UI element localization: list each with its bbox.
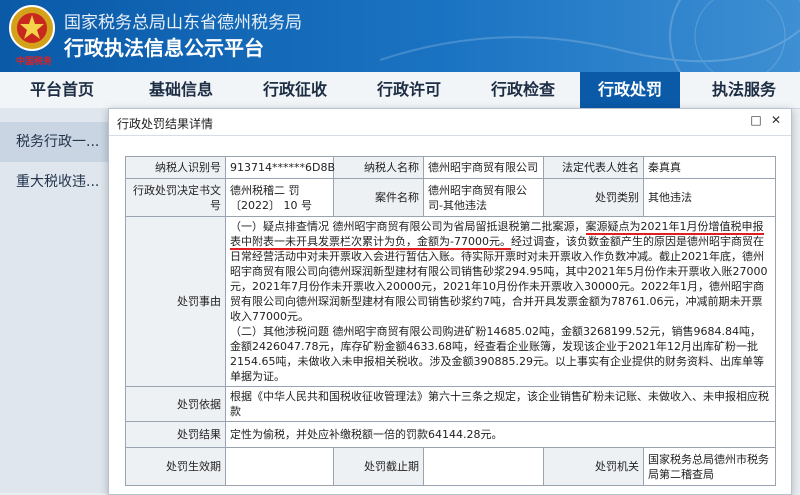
nav-service[interactable]: 执法服务 <box>688 72 800 108</box>
deadline-label: 处罚截止期 <box>333 447 424 486</box>
basis-value: 根据《中华人民共和国税收征收管理法》第六十三条之规定，该企业销售矿粉未记账、未做… <box>225 386 776 422</box>
maximize-icon[interactable]: □ <box>749 113 763 127</box>
table-row: 纳税人识别号 913714******6D8B 纳税人名称 德州昭宇商贸有限公司… <box>125 156 776 179</box>
site-header: 中国税务 国家税务总局山东省德州税务局 行政执法信息公示平台 <box>0 0 800 72</box>
case-name-value: 德州昭宇商贸有限公司-其他违法 <box>423 178 544 217</box>
penalty-detail-dialog: 行政处罚结果详情 □ ✕ 纳税人识别号 913714******6D8B 纳税人… <box>108 108 792 495</box>
result-label: 处罚结果 <box>125 421 226 448</box>
reason-part2: 经过调查，该负数金额产生的原因是德州昭宇商贸在日常经营活动中对未开票收入会进行暂… <box>230 235 768 323</box>
nav-permit[interactable]: 行政许可 <box>352 72 466 108</box>
header-decoration <box>380 0 800 72</box>
taxpayer-name-label: 纳税人名称 <box>333 156 424 179</box>
decision-no-label: 行政处罚决定书文号 <box>125 178 226 217</box>
tax-emblem-icon <box>9 5 55 51</box>
reason-value: （一）疑点排查情况 德州昭宇商贸有限公司为省局留抵退税第二批案源，案源疑点为20… <box>225 216 776 387</box>
table-row: 处罚依据 根据《中华人民共和国税收征收管理法》第六十三条之规定，该企业销售矿粉未… <box>125 386 776 422</box>
sidebar-item-major-violation[interactable]: 重大税收违... <box>0 162 112 202</box>
reason-label: 处罚事由 <box>125 216 226 387</box>
table-row: 处罚事由 （一）疑点排查情况 德州昭宇商贸有限公司为省局留抵退税第二批案源，案源… <box>125 216 776 387</box>
effective-date-value <box>225 447 334 486</box>
nav-collection[interactable]: 行政征收 <box>238 72 352 108</box>
sidebar: 税务行政一... 重大税收违... <box>0 108 112 493</box>
taxpayer-id-label: 纳税人识别号 <box>125 156 226 179</box>
table-row: 行政处罚决定书文号 德州税稽二 罚 〔2022〕 10 号 案件名称 德州昭宇商… <box>125 178 776 217</box>
table-row: 处罚结果 定性为偷税，并处应补缴税额一倍的罚款64144.28元。 <box>125 421 776 448</box>
close-icon[interactable]: ✕ <box>769 113 783 127</box>
platform-title: 行政执法信息公示平台 <box>64 36 264 60</box>
taxpayer-id-value: 913714******6D8B <box>225 156 335 179</box>
main-nav: 平台首页 基础信息 行政征收 行政许可 行政检查 行政处罚 执法服务 <box>0 72 800 109</box>
result-value: 定性为偷税，并处应补缴税额一倍的罚款64144.28元。 <box>225 421 776 448</box>
penalty-detail-table: 纳税人识别号 913714******6D8B 纳税人名称 德州昭宇商贸有限公司… <box>125 156 776 486</box>
deadline-value <box>423 447 544 486</box>
category-value: 其他违法 <box>643 178 776 217</box>
reason-part3: （二）其他涉税问题 德州昭宇商贸有限公司购进矿粉14685.02吨，金额3268… <box>230 325 764 383</box>
reason-highlight-2: 附表一未开具发票栏次累计为负，金额为-77000元。 <box>252 235 511 250</box>
logo-text: 中国税务 <box>15 57 52 67</box>
category-label: 处罚类别 <box>543 178 644 217</box>
org-name: 国家税务总局山东省德州税务局 <box>64 13 302 33</box>
table-row: 处罚生效期 处罚截止期 处罚机关 国家税务总局德州市税务局第二稽查局 <box>125 447 776 486</box>
basis-label: 处罚依据 <box>125 386 226 422</box>
nav-inspection[interactable]: 行政检查 <box>466 72 580 108</box>
sidebar-item-tax-penalty[interactable]: 税务行政一... <box>0 122 112 162</box>
authority-value: 国家税务总局德州市税务局第二稽查局 <box>643 447 776 486</box>
nav-basic-info[interactable]: 基础信息 <box>124 72 238 108</box>
dialog-title: 行政处罚结果详情 <box>117 117 214 131</box>
effective-date-label: 处罚生效期 <box>125 447 226 486</box>
nav-penalty[interactable]: 行政处罚 <box>580 72 680 108</box>
case-name-label: 案件名称 <box>333 178 424 217</box>
authority-label: 处罚机关 <box>543 447 644 486</box>
decision-no-value: 德州税稽二 罚 〔2022〕 10 号 <box>225 178 334 217</box>
legal-rep-value: 秦真真 <box>643 156 776 179</box>
taxpayer-name-value: 德州昭宇商贸有限公司 <box>423 156 544 179</box>
reason-part1: （一）疑点排查情况 德州昭宇商贸有限公司为省局留抵退税第二批案源， <box>230 220 586 233</box>
nav-home[interactable]: 平台首页 <box>0 72 124 108</box>
dialog-divider <box>109 135 791 136</box>
legal-rep-label: 法定代表人姓名 <box>543 156 644 179</box>
